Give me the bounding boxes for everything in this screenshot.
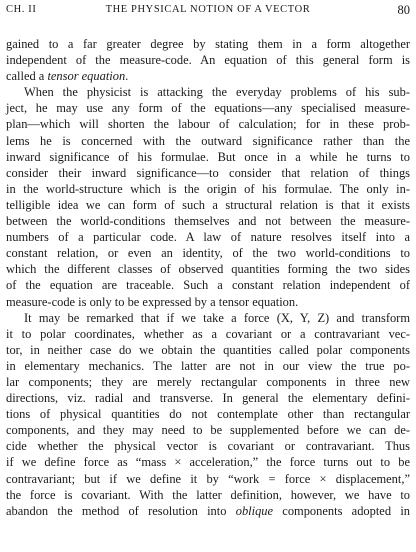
text-line: It may be remarked that if we take a for… (24, 310, 410, 325)
text-run: abandon the method of resolution into (6, 503, 236, 518)
book-page: CH. II THE PHYSICAL NOTION OF A VECTOR 8… (6, 0, 410, 552)
text-line: lar components; they are merely rectangu… (6, 374, 410, 389)
text-line: numbers of a particular code. A law of n… (6, 230, 410, 245)
text-line: it to polar coordinates, whether as a co… (6, 326, 410, 341)
italic-term: tensor equation (47, 69, 126, 84)
running-header: CH. II THE PHYSICAL NOTION OF A VECTOR 8… (6, 3, 411, 18)
page-number: 80 (397, 3, 411, 17)
body-text: gained to a far greater degree by statin… (6, 36, 410, 519)
text-line: of the equation are traceable. Such a co… (6, 278, 410, 293)
text-line: When the physicist is attacking the ever… (24, 85, 410, 100)
text-line: between the world-conditions themselves … (6, 214, 410, 229)
text-line: ject, he may use any form of the equatio… (6, 101, 410, 116)
text-line: components, and they may need to be supp… (6, 423, 410, 438)
text-line: tor, in neither case do we obtain the qu… (6, 342, 410, 357)
text-line: plan—which will shorten the labour of ca… (6, 117, 410, 132)
text-line: telligible idea we can form of such a st… (6, 197, 410, 212)
italic-term: oblique (235, 503, 274, 518)
text-line: abandon the method of resolution into ob… (6, 503, 410, 519)
text-run: called a (6, 69, 48, 84)
text-line: gained to a far greater degree by statin… (6, 37, 410, 51)
text-line: contravariant; but if we define it by “w… (6, 471, 410, 486)
text-line: measure-code is only to be expressed by … (6, 294, 299, 309)
text-line: in the world-structure which is the orig… (6, 181, 410, 196)
running-title: THE PHYSICAL NOTION OF A VECTOR (105, 4, 311, 15)
text-line: independent of the measure-code. An equa… (6, 53, 410, 68)
text-line: which the different classes of observed … (6, 262, 410, 277)
text-line: cide whether the physical vector is cova… (6, 439, 410, 454)
text-line: inward significance of his formulae. But… (6, 149, 410, 164)
text-line: consider their inward significance—to co… (6, 165, 410, 180)
text-line: the force is covariant. With the latter … (6, 487, 410, 502)
text-line: lems he is concerned with the outward si… (6, 133, 410, 148)
text-run: . (125, 69, 129, 84)
text-line: directions, viz. radial and transverse. … (6, 391, 410, 406)
text-line: in elementary mechanics. The latter are … (6, 358, 410, 373)
text-line: tions of physical quantities do not cont… (6, 407, 410, 422)
text-line: called a tensor equation. (6, 68, 410, 84)
text-line: if we define force as “mass × accelerati… (6, 455, 410, 470)
text-run: components adopted in (273, 503, 410, 518)
text-line: constant relation, or even an identity, … (6, 246, 410, 261)
